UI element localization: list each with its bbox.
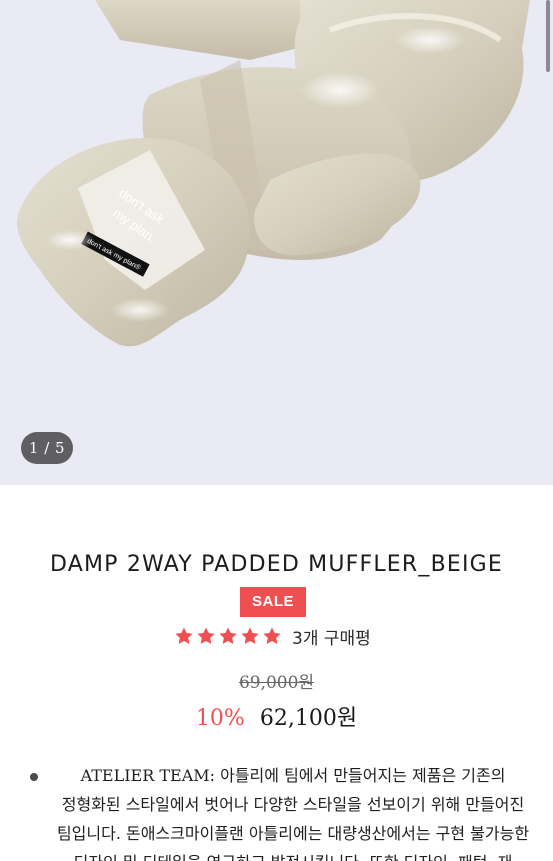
discount-rate: 10%	[195, 706, 245, 731]
original-price: 69,000원	[238, 673, 315, 693]
star-icon	[263, 627, 281, 644]
sale-badge: SALE	[240, 587, 306, 617]
star-rating	[174, 626, 282, 646]
product-description: ATELIER TEAM: 아틀리에 팀에서 만들어지는 제품은 기존의 정형화…	[0, 761, 553, 861]
product-photo: don't ask my plan. don't ask my plan®	[16, 0, 530, 347]
star-icon	[219, 627, 237, 644]
bullet-icon	[30, 773, 38, 781]
sale-price: 62,100원	[259, 706, 358, 731]
star-icon	[175, 627, 193, 644]
gallery-counter: 1 / 5	[21, 432, 73, 464]
price-row: 10% 62,100원	[0, 700, 553, 732]
product-page: don't ask my plan. don't ask my plan® 1 …	[0, 0, 553, 861]
star-icon	[241, 627, 259, 644]
product-title: DAMP 2WAY PADDED MUFFLER_BEIGE	[49, 552, 504, 577]
scrollbar-thumb[interactable]	[546, 0, 550, 72]
rating-row[interactable]: 3개 구매평	[174, 623, 371, 649]
review-count-link[interactable]: 3개 구매평	[292, 624, 371, 649]
product-image-gallery[interactable]: don't ask my plan. don't ask my plan® 1 …	[0, 0, 553, 485]
description-text: ATELIER TEAM: 아틀리에 팀에서 만들어지는 제품은 기존의 정형화…	[56, 766, 530, 861]
star-icon	[197, 627, 215, 644]
